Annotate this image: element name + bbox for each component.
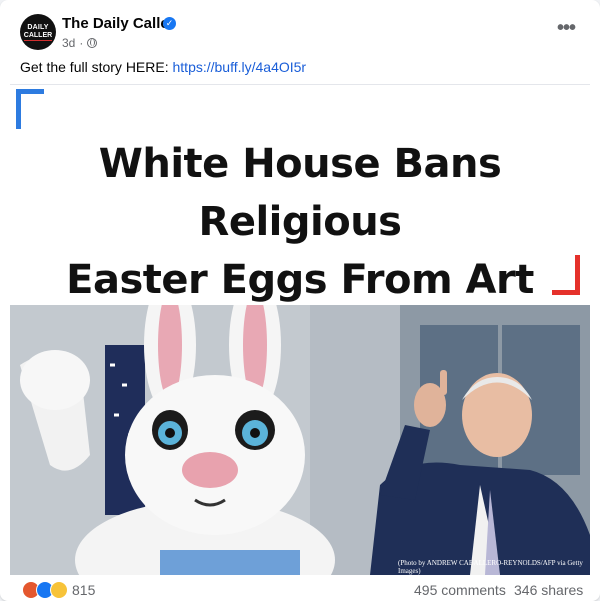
post-header: DAILY CALLER The Daily Caller ✓ 3d · •••: [0, 0, 600, 55]
sad-reaction-icon: [50, 581, 68, 599]
blue-corner-bracket: [16, 89, 44, 129]
more-options-icon[interactable]: •••: [552, 14, 580, 42]
headline-line-1: White House Bans Religious: [98, 141, 502, 245]
post-image[interactable]: White House Bans Religious Easter Eggs F…: [10, 84, 590, 575]
avatar-text-line1: DAILY: [27, 23, 49, 31]
caption-text: Get the full story HERE:: [20, 59, 173, 75]
shares-count[interactable]: 346 shares: [514, 582, 583, 598]
reaction-icons[interactable]: [22, 581, 68, 599]
post-caption: Get the full story HERE: https://buff.ly…: [20, 59, 306, 75]
post-footer: 815 495 comments 346 shares: [0, 574, 600, 601]
avatar-text-line2: CALLER: [23, 31, 53, 41]
post-time[interactable]: 3d: [62, 36, 75, 50]
globe-icon[interactable]: [87, 38, 98, 48]
page-name-link[interactable]: The Daily Caller: [62, 15, 175, 32]
photo-illustration: [10, 305, 590, 575]
facebook-post-card: DAILY CALLER The Daily Caller ✓ 3d · •••…: [0, 0, 600, 601]
photo-credit: (Photo by ANDREW CABALLERO-REYNOLDS/AFP …: [398, 559, 583, 575]
page-avatar[interactable]: DAILY CALLER: [20, 14, 56, 50]
verified-badge-icon: ✓: [163, 17, 176, 30]
reaction-count[interactable]: 815: [72, 582, 95, 598]
meta-separator: ·: [79, 36, 84, 50]
caption-link[interactable]: https://buff.ly/4a4OI5r: [173, 59, 307, 75]
comments-count[interactable]: 495 comments: [414, 582, 506, 598]
article-photo: (Photo by ANDREW CABALLERO-REYNOLDS/AFP …: [10, 305, 590, 575]
post-meta: 3d ·: [62, 36, 98, 50]
